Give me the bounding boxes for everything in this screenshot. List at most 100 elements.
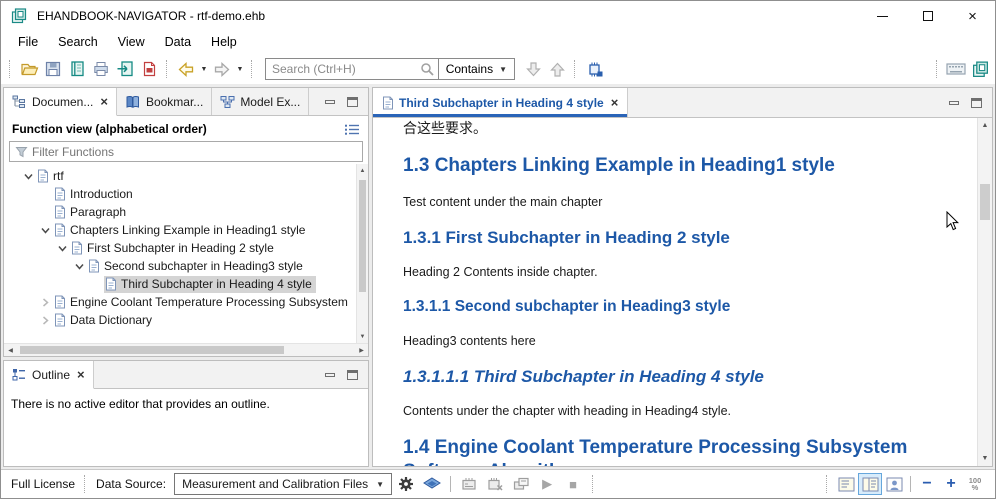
connect-ecu-button[interactable] [457,473,481,495]
tree-item-introduction[interactable]: Introduction [4,185,356,203]
scrollbar-thumb[interactable] [20,346,284,354]
editor-vertical-scrollbar[interactable]: ▲ ▼ [977,118,992,466]
toolbar-grip [251,60,254,78]
scrollbar-track[interactable] [17,344,355,356]
chevron-collapsed-icon[interactable] [37,315,53,326]
previous-result-button[interactable] [545,57,569,81]
tree-item-data-dictionary[interactable]: Data Dictionary [4,311,356,329]
tree-item-label: Chapters Linking Example in Heading1 sty… [70,223,305,237]
tab-bookmarks-label: Bookmar... [146,95,203,109]
tree-item-first-subchapter[interactable]: First Subchapter in Heading 2 style [4,239,356,257]
ecu-data-button[interactable] [420,473,444,495]
forward-button[interactable] [210,57,234,81]
experiment-button[interactable] [509,473,533,495]
scroll-down-icon[interactable]: ▼ [978,451,992,466]
back-button[interactable] [174,57,198,81]
scroll-right-icon[interactable]: ▶ [355,344,368,357]
scroll-up-icon[interactable]: ▲ [357,164,368,177]
toolbar-grip [936,60,939,78]
tree-item-rtf[interactable]: rtf [4,167,356,185]
scroll-left-icon[interactable]: ◀ [4,344,17,357]
tree-horizontal-scrollbar[interactable]: ◀ ▶ [4,343,368,356]
bookmarks-icon [125,95,141,109]
panel-minimize-icon[interactable] [325,100,335,104]
ecu-view-button[interactable] [582,57,606,81]
tree-item-label: Third Subchapter in Heading 4 style [121,277,312,291]
panel-maximize-icon[interactable] [347,370,358,380]
panel-minimize-icon[interactable] [325,373,335,377]
forward-history-caret[interactable]: ▼ [234,57,246,81]
chevron-expanded-icon[interactable] [54,243,70,254]
document-icon [382,96,394,110]
status-bar: Full License Data Source: Measurement an… [1,469,995,498]
back-history-caret[interactable]: ▼ [198,57,210,81]
close-button[interactable]: × [950,1,995,31]
next-result-button[interactable] [521,57,545,81]
view-split-button[interactable] [858,473,882,495]
editor-tab[interactable]: Third Subchapter in Heading 4 style × [373,88,628,117]
search-mode-dropdown[interactable]: Contains ▼ [439,62,514,76]
view-menu-icon[interactable] [344,123,360,136]
close-icon[interactable]: × [100,94,108,109]
filter-icon [10,146,32,158]
close-icon[interactable]: × [611,95,619,110]
maximize-button[interactable] [905,1,950,31]
menu-search[interactable]: Search [48,33,108,52]
panel-maximize-icon[interactable] [347,97,358,107]
print-button[interactable] [89,57,113,81]
tab-bookmarks[interactable]: Bookmar... [117,88,212,115]
back-arrow-icon [177,61,195,78]
open-file-button[interactable] [17,57,41,81]
tab-documents[interactable]: Documen... × [4,88,117,116]
tab-model-explorer[interactable]: Model Ex... [212,88,309,115]
search-icon[interactable] [418,62,438,77]
disconnect-ecu-button[interactable] [483,473,507,495]
data-source-value: Measurement and Calibration Files [182,477,368,491]
data-source-dropdown[interactable]: Measurement and Calibration Files ▼ [174,473,392,495]
chevron-expanded-icon[interactable] [71,261,87,272]
zoom-reset-button[interactable]: 100% [963,473,987,495]
save-button[interactable] [41,57,65,81]
scrollbar-thumb[interactable] [359,180,366,292]
close-icon[interactable]: × [77,367,85,382]
document-icon [37,169,49,183]
filter-functions-input[interactable] [32,145,362,159]
zoom-out-button[interactable]: − [915,473,939,495]
export-pdf-button[interactable] [137,57,161,81]
tree-vertical-scrollbar[interactable]: ▲ ▼ [356,164,368,343]
menu-help[interactable]: Help [201,33,247,52]
open-handbook-button[interactable] [65,57,89,81]
tab-outline[interactable]: Outline × [4,361,94,389]
panel-minimize-icon[interactable] [949,101,959,105]
editor-tabbar: Third Subchapter in Heading 4 style × [373,88,992,118]
chevron-expanded-icon[interactable] [20,171,36,182]
view-presentation-button[interactable] [882,473,906,495]
search-input[interactable] [266,62,418,76]
caret-down-icon: ▼ [376,480,384,489]
function-view-title: Function view (alphabetical order) [12,122,344,136]
tree-item-second-subchapter[interactable]: Second subchapter in Heading3 style [4,257,356,275]
minimize-button[interactable] [860,1,905,31]
data-settings-button[interactable] [394,473,418,495]
view-single-page-button[interactable] [834,473,858,495]
ehandbook-home-button[interactable] [968,57,992,81]
export-handbook-button[interactable] [113,57,137,81]
chevron-collapsed-icon[interactable] [37,297,53,308]
start-measurement-button[interactable]: ▶ [535,473,559,495]
menu-data[interactable]: Data [155,33,201,52]
tree-item-paragraph[interactable]: Paragraph [4,203,356,221]
virtual-keyboard-button[interactable] [944,57,968,81]
menu-file[interactable]: File [8,33,48,52]
tree-item-engine-coolant[interactable]: Engine Coolant Temperature Processing Su… [4,293,356,311]
scroll-up-icon[interactable]: ▲ [978,118,992,133]
document-icon [54,295,66,309]
scrollbar-thumb[interactable] [980,184,990,220]
panel-maximize-icon[interactable] [971,98,982,108]
chevron-expanded-icon[interactable] [37,225,53,236]
menu-view[interactable]: View [108,33,155,52]
zoom-in-button[interactable]: + [939,473,963,495]
tree-item-chapters-linking[interactable]: Chapters Linking Example in Heading1 sty… [4,221,356,239]
stop-measurement-button[interactable]: ■ [561,473,585,495]
tree-item-third-subchapter-selected[interactable]: Third Subchapter in Heading 4 style [4,275,356,293]
scroll-down-icon[interactable]: ▼ [357,330,368,343]
